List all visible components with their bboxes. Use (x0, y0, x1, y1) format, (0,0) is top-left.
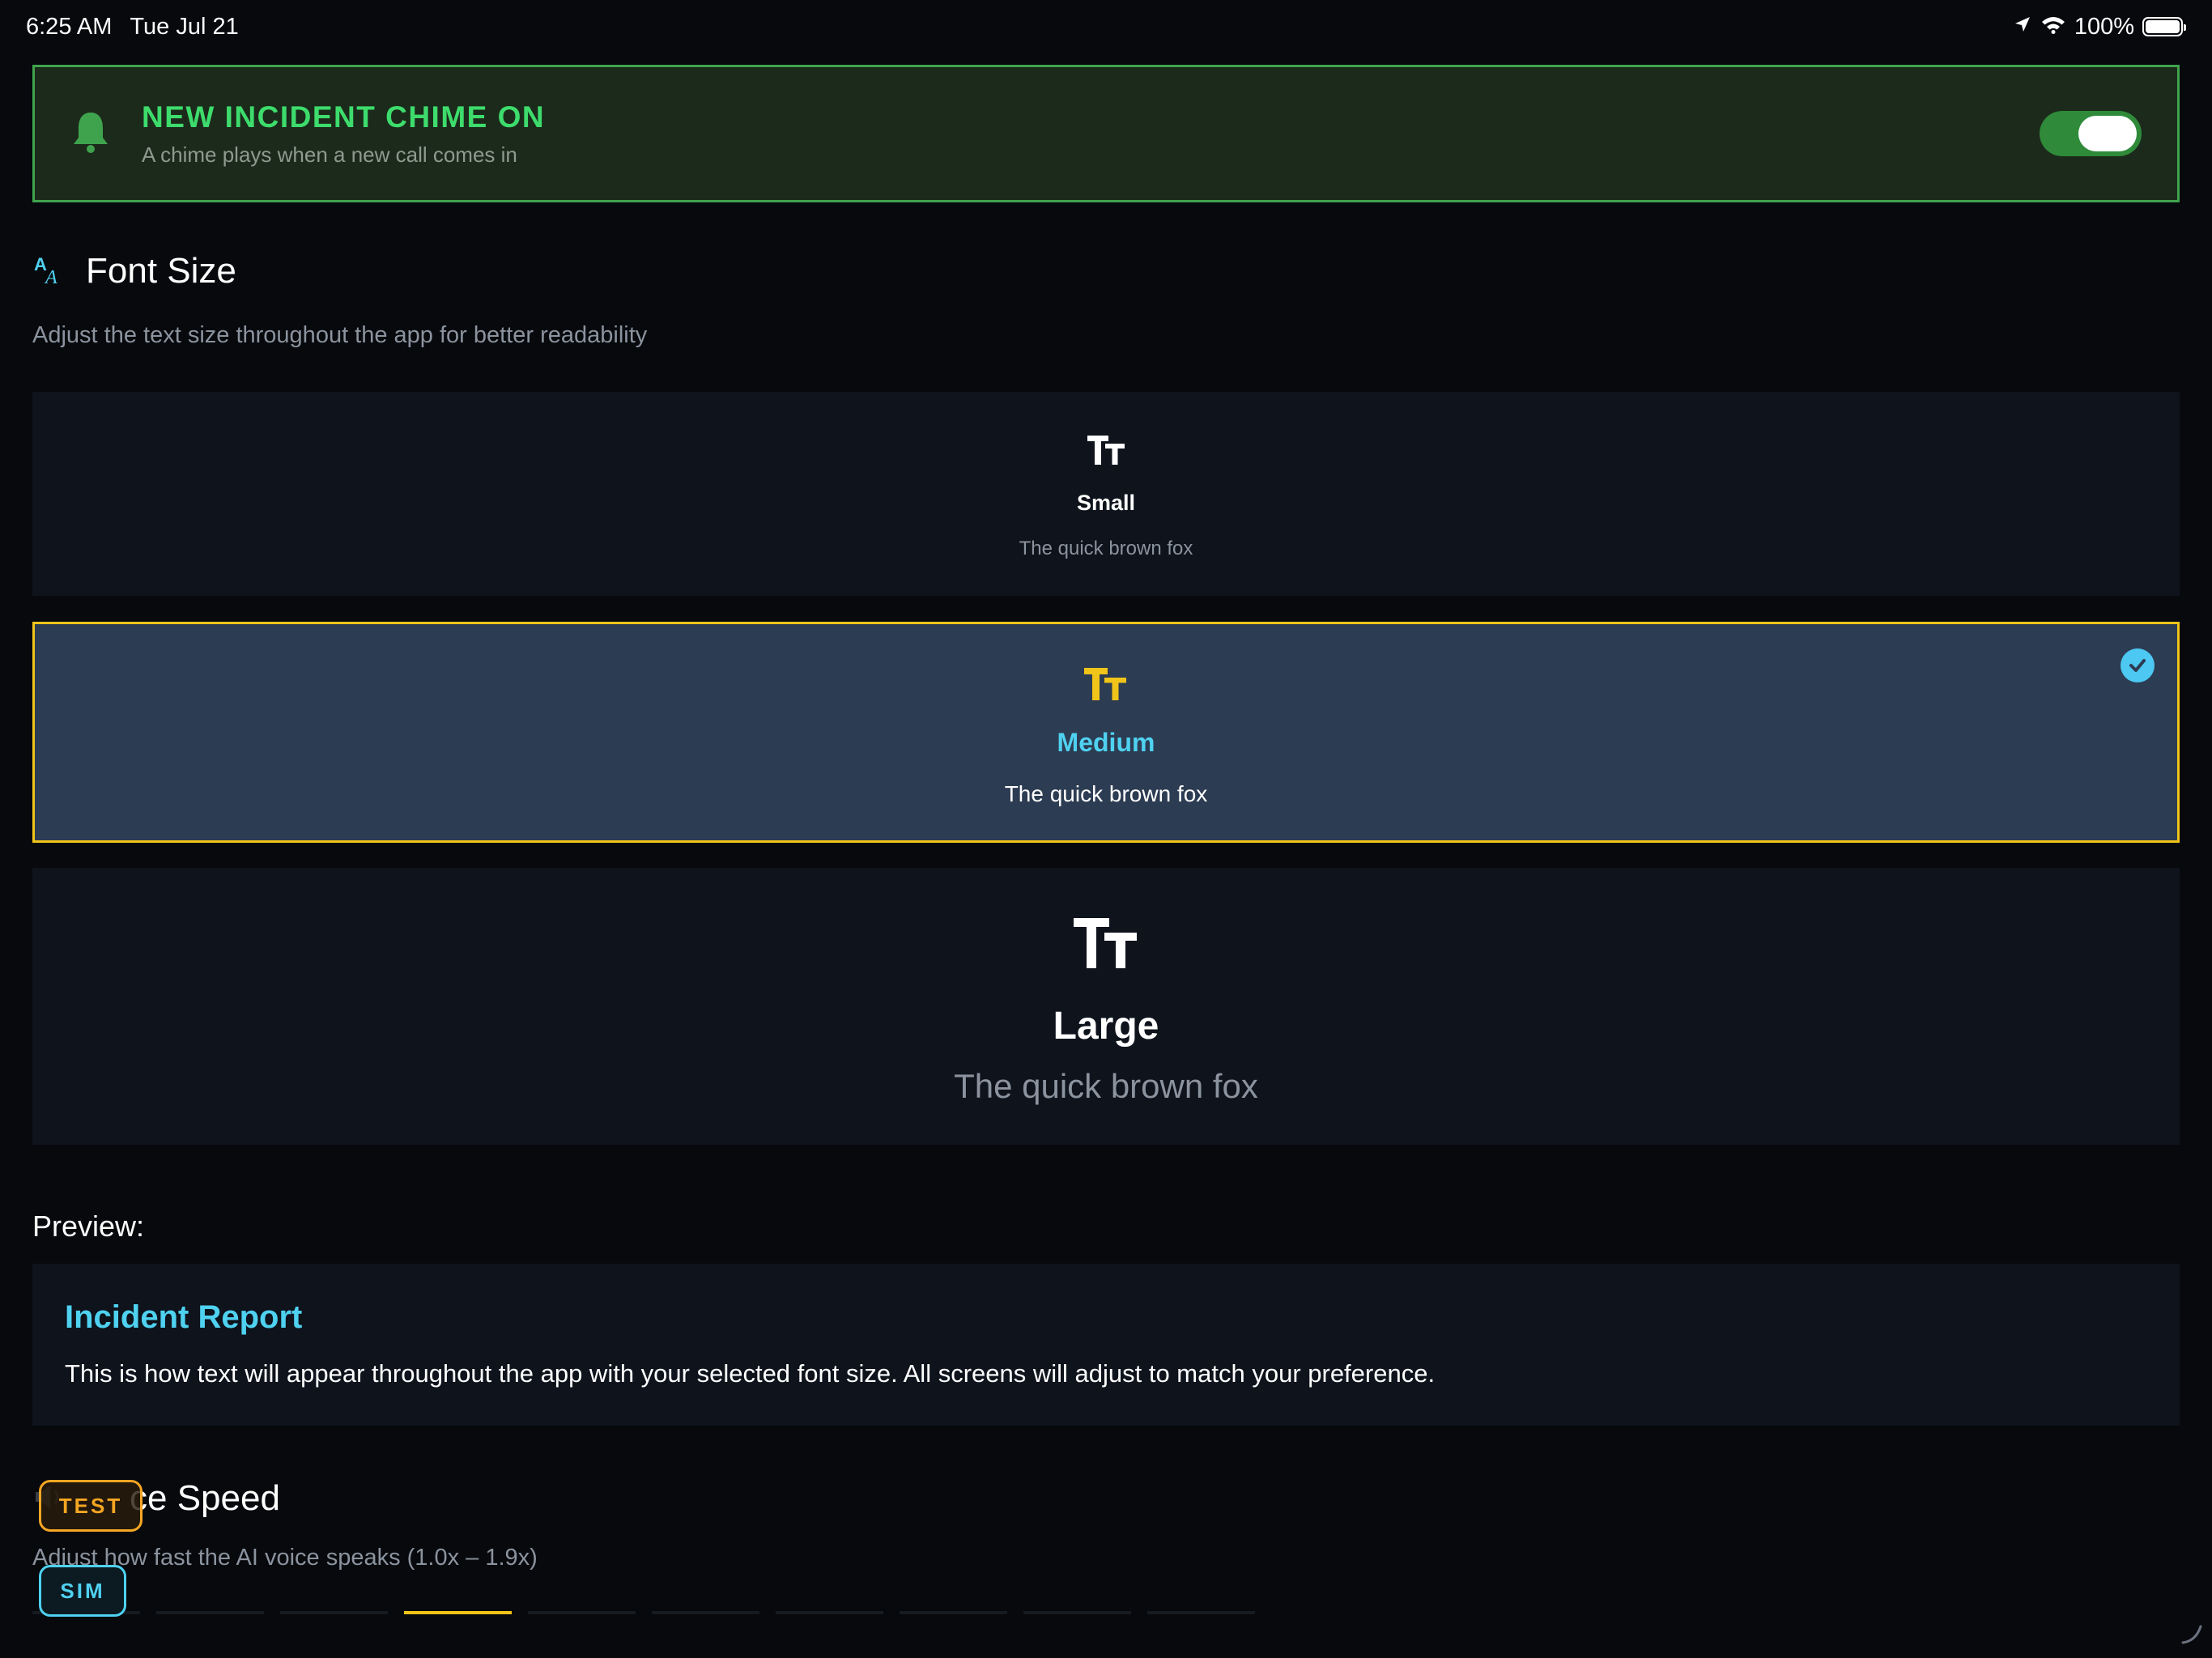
resize-handle-icon[interactable] (2180, 1622, 2204, 1650)
location-arrow-icon (2013, 14, 2032, 40)
speed-segment[interactable] (1147, 1611, 1255, 1614)
chime-title: NEW INCIDENT CHIME ON (142, 100, 546, 134)
speed-segment-selected[interactable] (404, 1611, 512, 1614)
speed-segment[interactable] (900, 1611, 1007, 1614)
font-size-icon: A A (32, 253, 66, 291)
battery-icon (2142, 17, 2186, 36)
check-icon (2121, 648, 2155, 682)
speed-segment[interactable] (652, 1611, 759, 1614)
speed-segment[interactable] (280, 1611, 388, 1614)
preview-card: Incident Report This is how text will ap… (32, 1264, 2180, 1426)
font-option-large[interactable]: Large The quick brown fox (32, 868, 2180, 1145)
test-mode-badge[interactable]: TEST (39, 1480, 143, 1532)
font-size-title: Font Size (86, 251, 236, 291)
svg-text:A: A (44, 267, 57, 287)
option-sample: The quick brown fox (1019, 538, 1193, 559)
option-sample: The quick brown fox (1004, 781, 1208, 806)
speed-segment[interactable] (156, 1611, 264, 1614)
option-label: Large (1053, 1005, 1159, 1048)
text-size-icon (1074, 918, 1137, 968)
status-bar: 6:25 AM Tue Jul 21 100% (0, 0, 2212, 53)
status-time: 6:25 AM (26, 13, 113, 40)
incident-chime-banner: NEW INCIDENT CHIME ON A chime plays when… (32, 65, 2180, 202)
wifi-icon (2040, 14, 2066, 40)
text-size-icon (1087, 436, 1125, 465)
voice-speed-selector[interactable] (32, 1611, 1255, 1614)
chime-subtitle: A chime plays when a new call comes in (142, 142, 517, 167)
speed-segment[interactable] (528, 1611, 636, 1614)
settings-screen: 6:25 AM Tue Jul 21 100% NEW INCIDENT CHI… (0, 0, 2212, 1658)
option-sample: The quick brown fox (954, 1067, 1258, 1105)
text-size-icon (1084, 668, 1126, 700)
status-date: Tue Jul 21 (130, 13, 239, 40)
speed-segment[interactable] (1023, 1611, 1131, 1614)
battery-percent: 100% (2074, 13, 2134, 40)
preview-card-title: Incident Report (65, 1299, 303, 1335)
font-option-small[interactable]: Small The quick brown fox (32, 392, 2180, 596)
speed-segment[interactable] (776, 1611, 883, 1614)
bell-icon (72, 110, 109, 158)
preview-card-body: This is how text will appear throughout … (65, 1359, 1436, 1388)
preview-label: Preview: (32, 1209, 145, 1243)
font-size-description: Adjust the text size throughout the app … (32, 322, 648, 348)
font-option-medium[interactable]: Medium The quick brown fox (32, 622, 2180, 843)
toggle-knob (2078, 116, 2137, 151)
option-label: Small (1076, 491, 1136, 515)
chime-toggle[interactable] (2040, 111, 2142, 156)
font-size-header: A A Font Size (32, 251, 236, 291)
option-label: Medium (1057, 728, 1155, 757)
sim-mode-badge[interactable]: SIM (39, 1565, 126, 1617)
voice-speed-title: ce Speed (130, 1478, 280, 1518)
